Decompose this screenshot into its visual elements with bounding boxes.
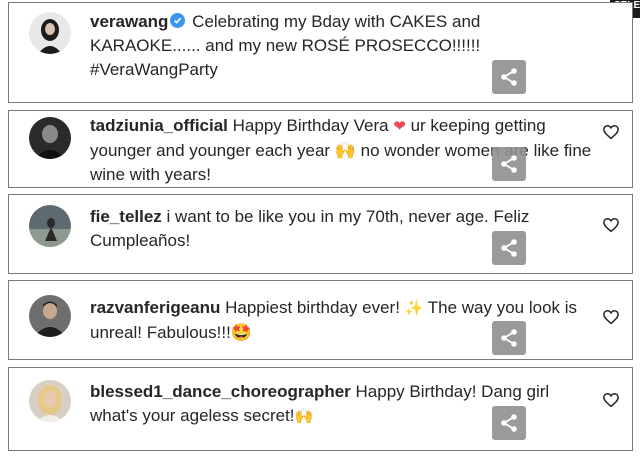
comment-body: Happiest birthday ever! bbox=[220, 298, 405, 317]
verified-badge-icon bbox=[170, 13, 186, 28]
comment-card-fie-tellez: fie_tellez i want to be like you in my 7… bbox=[8, 194, 633, 274]
avatar[interactable] bbox=[29, 205, 71, 247]
share-icon bbox=[501, 68, 517, 86]
avatar[interactable] bbox=[29, 295, 71, 337]
username[interactable]: razvanferigeanu bbox=[90, 298, 220, 317]
share-button[interactable] bbox=[492, 147, 526, 181]
comment-card-blessed1: blessed1_dance_choreographer Happy Birth… bbox=[8, 367, 633, 451]
username[interactable]: tadziunia_official bbox=[90, 116, 228, 135]
red-heart-emoji: ❤ bbox=[393, 118, 406, 135]
comment-card-razvanferigeanu: razvanferigeanu Happiest birthday ever! … bbox=[8, 280, 633, 360]
share-button[interactable] bbox=[492, 406, 526, 440]
share-button[interactable] bbox=[492, 321, 526, 355]
share-icon bbox=[501, 329, 517, 347]
share-button[interactable] bbox=[492, 60, 526, 94]
avatar[interactable] bbox=[29, 117, 71, 159]
username[interactable]: blessed1_dance_choreographer bbox=[90, 382, 351, 401]
username[interactable]: verawang bbox=[90, 12, 168, 31]
heart-outline-icon[interactable] bbox=[602, 308, 620, 326]
sparkles-emoji: ✨ bbox=[404, 300, 424, 317]
heart-outline-icon[interactable] bbox=[602, 123, 620, 141]
heart-outline-icon[interactable] bbox=[602, 216, 620, 234]
share-button[interactable] bbox=[492, 231, 526, 265]
share-icon bbox=[501, 155, 517, 173]
username[interactable]: fie_tellez bbox=[90, 207, 162, 226]
share-icon bbox=[501, 414, 517, 432]
avatar[interactable] bbox=[29, 12, 71, 54]
avatar[interactable] bbox=[29, 380, 71, 422]
comment-body: Happy Birthday Vera bbox=[227, 116, 394, 135]
share-icon bbox=[501, 239, 517, 257]
raising-hands-emoji: 🙌 bbox=[294, 408, 314, 425]
comment-card-tadziunia: tadziunia_official Happy Birthday Vera ❤… bbox=[8, 110, 633, 188]
comment-card-verawang: verawang Celebrating my Bday with CAKES … bbox=[8, 2, 633, 103]
heart-outline-icon[interactable] bbox=[602, 391, 620, 409]
